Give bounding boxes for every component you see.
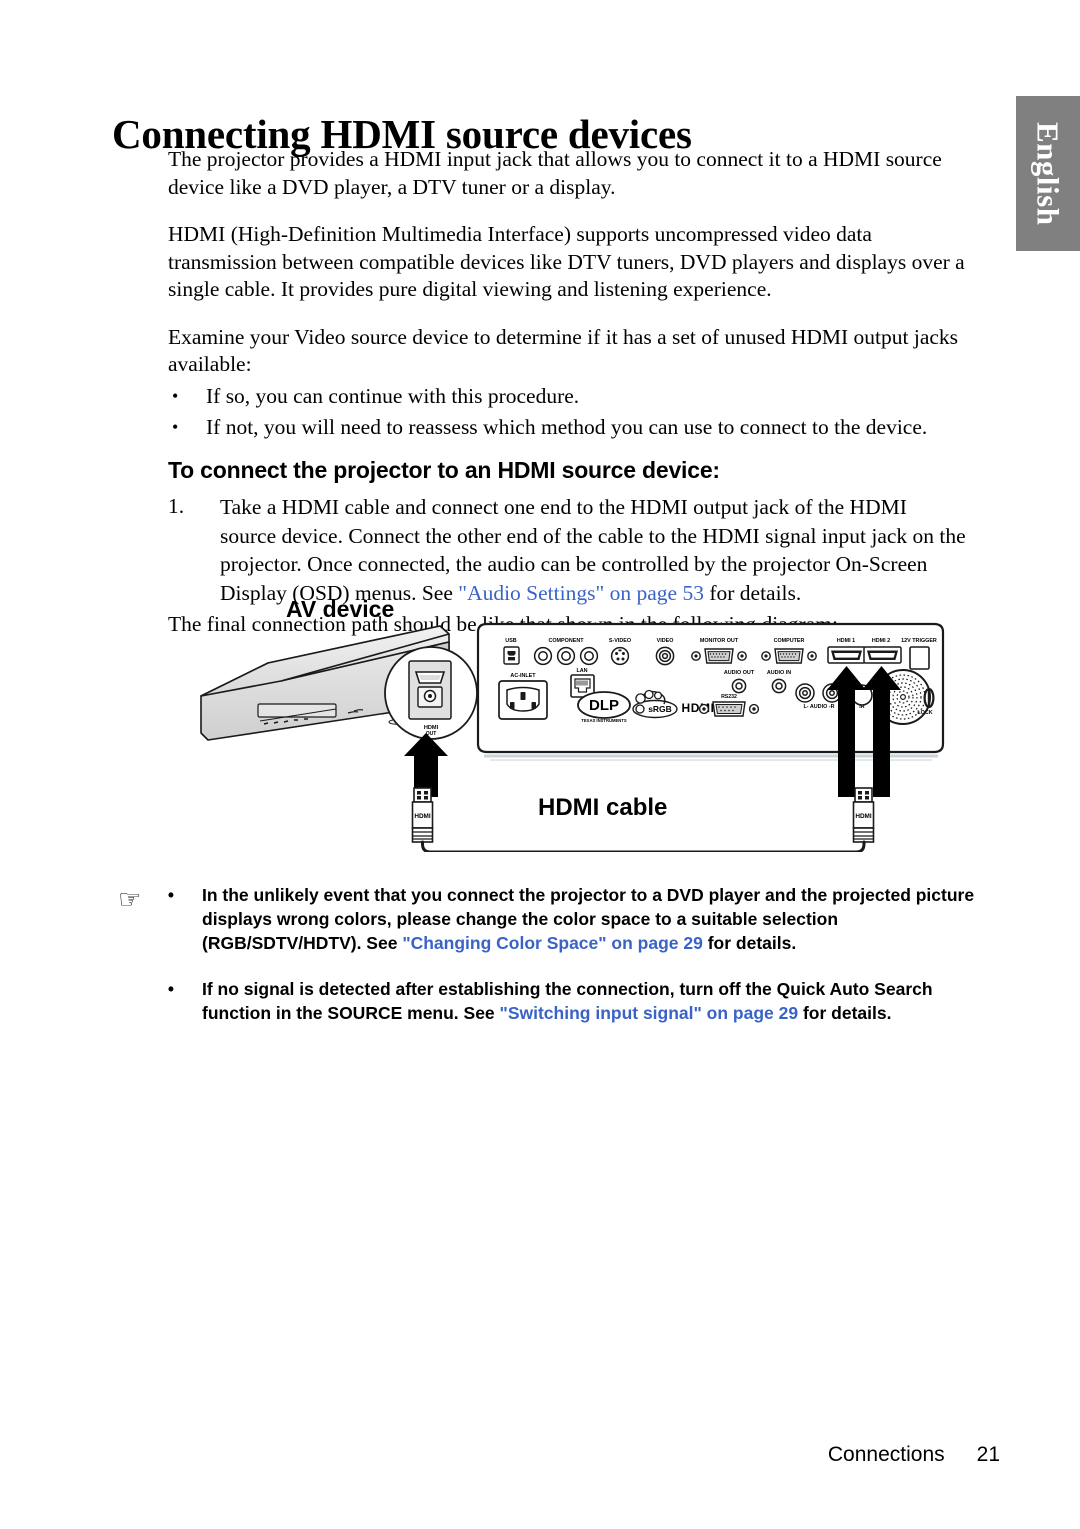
port-hdmi-1 [827,646,866,664]
port-ac-inlet [498,680,548,720]
hdmi-cable-illustration: HDMI HDMI [411,787,875,852]
note-item: • In the unlikely event that you connect… [118,884,978,956]
port-label-lan: LAN [576,668,587,674]
port-label-audio-out: AUDIO OUT [724,670,755,676]
note-text-after: for details. [702,932,797,953]
list-item-label: If not, you will need to reassess which … [206,415,928,440]
port-label-component: COMPONENT [548,638,584,644]
intro-paragraph-1: The projector provides a HDMI input jack… [168,147,942,199]
port-audio-in [771,678,787,694]
port-audio-out [731,678,747,694]
list-item: • If so, you can continue with this proc… [168,383,968,411]
port-label-l-audio-r: L- AUDIO -R [804,704,835,710]
notes-section: ☞ • In the unlikely event that you conne… [118,884,978,1048]
footer-page-number: 21 [976,1443,1000,1466]
procedure-step: 1. Take a HDMI cable and connect one end… [168,493,968,607]
port-label-computer: COMPUTER [774,638,805,644]
page-footer: Connections 21 [0,1443,1000,1467]
port-label-video: VIDEO [657,638,674,644]
port-label-hdmi-1: HDMI 1 [837,638,855,644]
port-label-monitor-out: MONITOR OUT [700,638,739,644]
section-sub-heading: To connect the projector to an HDMI sour… [168,456,720,483]
port-label-rs232: RS232 [721,694,737,700]
port-component [533,646,599,666]
cross-reference-link-changing-color-space[interactable]: "Changing Color Space" on page 29 [402,933,703,953]
port-label-12v-trigger: 12V TRIGGER [901,638,937,644]
port-video [655,646,675,666]
language-tab-label: English [1030,121,1066,226]
port-hdmi-2 [863,646,902,664]
connection-diagram-svg: HDMI OUT USB COMPONENT S-VIDEO VIDEO MON… [200,622,945,852]
bullet-marker-icon: • [172,417,179,438]
port-s-video [610,646,630,666]
note-text: In the unlikely event that you connect t… [202,884,978,956]
note-item: • If no signal is detected after establi… [118,978,978,1026]
hdmi-connector-right-label: HDMI [855,813,872,820]
language-tab: English [1016,96,1080,251]
note-text: If no signal is detected after establish… [202,978,978,1026]
connection-diagram: HDMI OUT USB COMPONENT S-VIDEO VIDEO MON… [168,592,978,852]
svg-text:DLP: DLP [589,697,619,714]
port-12v-trigger [909,646,930,670]
svg-text:TEXAS INSTRUMENTS: TEXAS INSTRUMENTS [581,718,627,723]
requirements-bullet-list: • If so, you can continue with this proc… [168,383,968,442]
bullet-marker-icon: • [172,385,179,406]
hdmi-connector-right: HDMI [852,787,875,843]
list-item-label: If so, you can continue with this proced… [206,383,580,408]
note-text-after: for details. [798,1002,892,1023]
svg-text:sRGB: sRGB [648,704,672,714]
hdmi-connector-left: HDMI [411,787,434,843]
step-text: Take a HDMI cable and connect one end to… [220,493,968,607]
port-label-audio-in: AUDIO IN [767,670,791,676]
pointing-hand-icon: ☞ [118,884,142,914]
step-number: 1. [168,494,185,519]
port-label-ac-inlet: AC-INLET [510,673,536,679]
hdmi-connector-left-label: HDMI [414,813,431,820]
intro-paragraph-3: Examine your Video source device to dete… [168,324,959,377]
body-content: The projector provides a HDMI input jack… [168,146,968,639]
footer-section-name: Connections [827,1443,945,1466]
port-label-usb: USB [505,638,516,644]
port-label-hdmi-2: HDMI 2 [872,638,890,644]
note-bullet-icon: • [167,978,174,999]
cross-reference-link-switching-input-signal[interactable]: "Switching input signal" on page 29 [500,1003,799,1023]
list-item: • If not, you will need to reassess whic… [168,414,968,442]
intro-paragraph-2: HDMI (High-Definition Multimedia Interfa… [168,222,965,302]
port-usb [503,646,520,665]
dlp-logo: DLP TEXAS INSTRUMENTS [577,691,631,723]
hdmi-logo: HDMI [681,701,714,715]
port-label-s-video: S-VIDEO [609,638,631,644]
